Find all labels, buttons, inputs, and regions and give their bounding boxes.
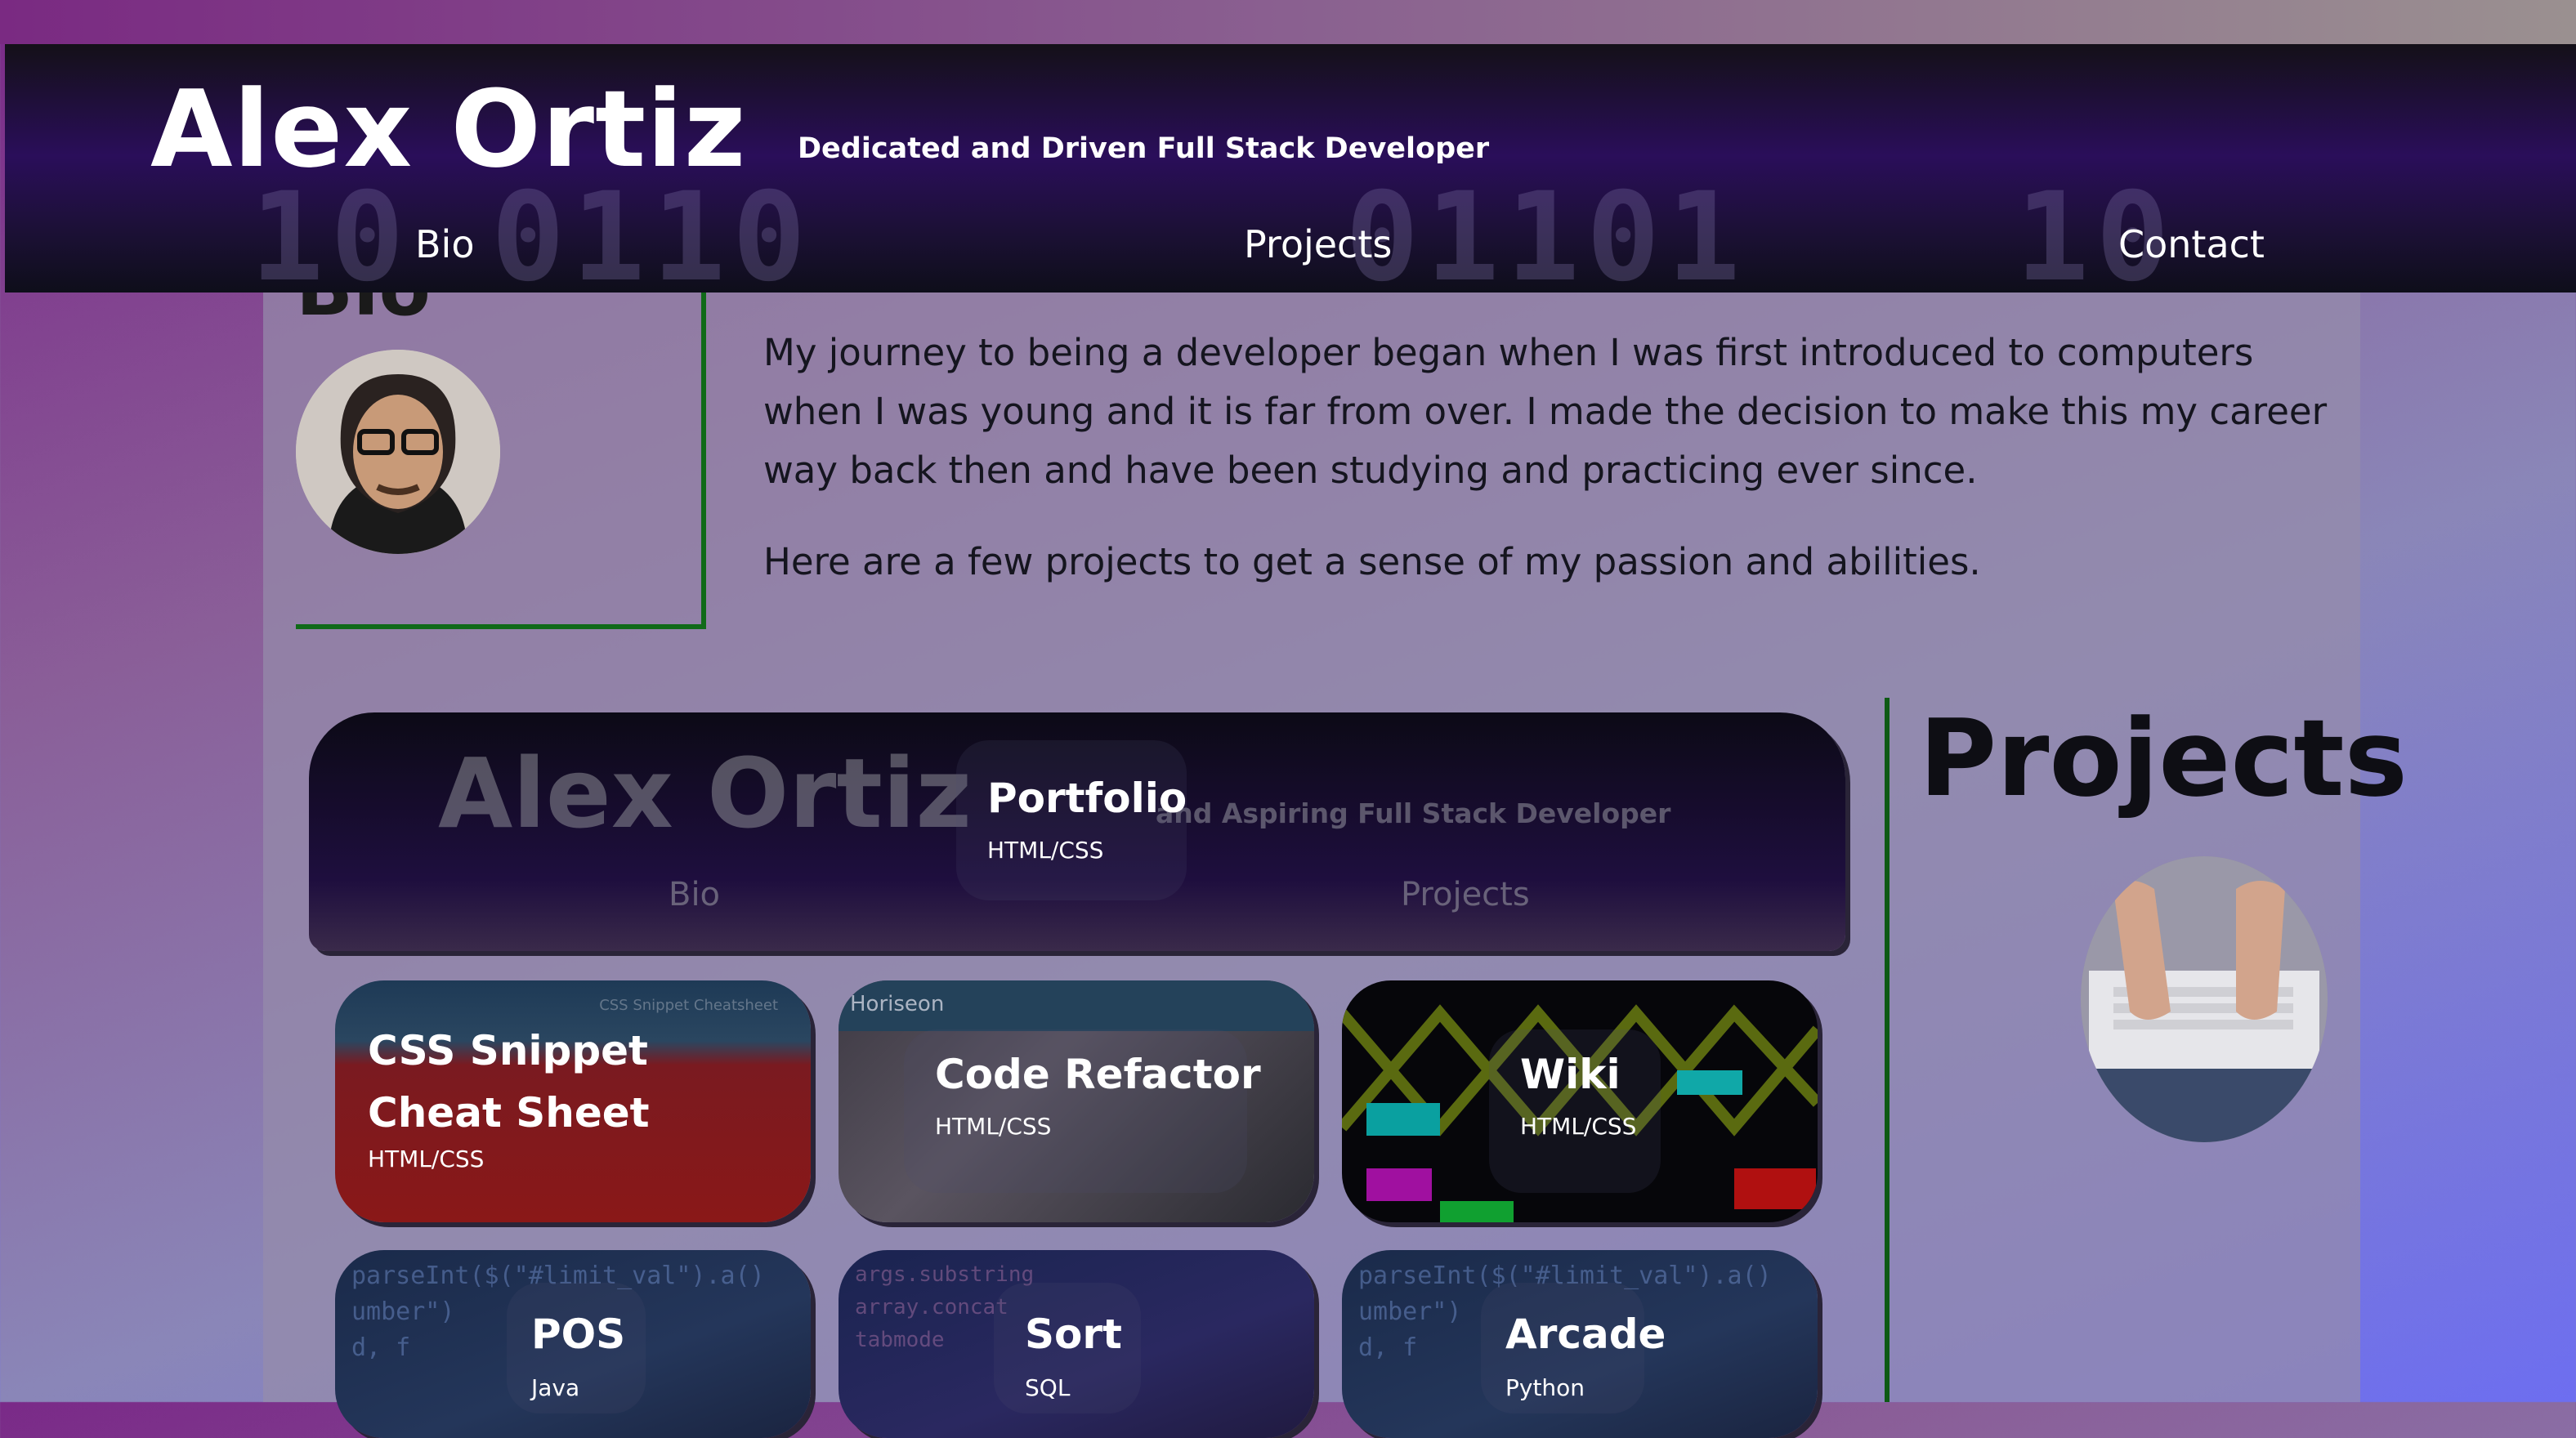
project-card-wiki[interactable]: Wiki HTML/CSS bbox=[1342, 980, 1818, 1222]
portfolio-preview-nav-projects: Projects bbox=[1401, 876, 1530, 913]
wiki-info-box: Wiki HTML/CSS bbox=[1489, 1029, 1661, 1193]
project-title: Code Refactor bbox=[935, 1051, 1261, 1098]
project-title: Portfolio bbox=[987, 775, 1187, 822]
portfolio-preview-tagline: and Aspiring Full Stack Developer bbox=[1156, 797, 1671, 829]
browser-top-strip bbox=[0, 0, 2576, 44]
project-lang: HTML/CSS bbox=[368, 1145, 485, 1172]
project-lang: Java bbox=[531, 1374, 580, 1401]
project-title: Arcade bbox=[1505, 1311, 1666, 1358]
project-lang: HTML/CSS bbox=[987, 837, 1104, 864]
project-card-sort[interactable]: args.substring array.concat tabmode Sort S… bbox=[839, 1250, 1314, 1438]
site-header: 10 0110 01101 10 0110 Alex Ortiz Dedicat… bbox=[5, 44, 2576, 293]
projects-divider bbox=[1885, 698, 1890, 1402]
nav-link-projects[interactable]: Projects bbox=[1244, 222, 1392, 266]
project-card-portfolio[interactable]: Alex Ortiz and Aspiring Full Stack Devel… bbox=[309, 712, 1845, 951]
css-snippet-preview-label: CSS Snippet Cheatsheet bbox=[599, 997, 778, 1014]
pos-info-box: POS Java bbox=[507, 1283, 646, 1413]
site-tagline: Dedicated and Driven Full Stack Develope… bbox=[798, 132, 1490, 165]
project-lang: HTML/CSS bbox=[935, 1113, 1052, 1140]
nav-link-bio[interactable]: Bio bbox=[415, 222, 474, 266]
project-title: CSS Snippet Cheat Sheet bbox=[368, 1027, 650, 1137]
sort-info-box: Sort SQL bbox=[994, 1283, 1141, 1413]
project-title: Wiki bbox=[1520, 1051, 1621, 1098]
bio-paragraph-1: My journey to being a developer began wh… bbox=[763, 331, 2328, 492]
projects-image bbox=[2081, 856, 2328, 1142]
binary-background-decor-2: 01101 bbox=[1345, 167, 1747, 293]
binary-background-decor-3: 10 0110 bbox=[2015, 167, 2176, 293]
project-lang: SQL bbox=[1025, 1374, 1071, 1401]
profile-avatar bbox=[296, 350, 500, 554]
project-card-code-refactor[interactable]: Horiseon Code Refactor HTML/CSS bbox=[839, 980, 1314, 1222]
portfolio-info-box: Portfolio HTML/CSS bbox=[956, 740, 1187, 900]
bio-paragraph-2: Here are a few projects to get a sense o… bbox=[763, 540, 1981, 583]
project-lang: HTML/CSS bbox=[1520, 1113, 1637, 1140]
arcade-info-box: Arcade Python bbox=[1481, 1283, 1666, 1413]
portfolio-preview-nav-bio: Bio bbox=[669, 876, 721, 913]
project-title: Sort bbox=[1025, 1311, 1122, 1358]
project-card-css-snippet[interactable]: CSS Snippet Cheatsheet CSS Snippet Cheat… bbox=[335, 980, 811, 1222]
project-title: POS bbox=[531, 1311, 626, 1358]
horiseon-preview-label: Horiseon bbox=[850, 992, 945, 1016]
projects-heading: Projects bbox=[1919, 696, 2408, 820]
code-refactor-info-box: Code Refactor HTML/CSS bbox=[904, 1029, 1261, 1193]
nav-link-contact[interactable]: Contact bbox=[2118, 222, 2265, 266]
portfolio-preview-title: Alex Ortiz bbox=[438, 737, 973, 850]
site-title: Alex Ortiz bbox=[150, 67, 747, 191]
project-card-pos[interactable]: parseInt($("#limit_val").a() umber") d, f … bbox=[335, 1250, 811, 1438]
project-card-arcade[interactable]: parseInt($("#limit_val").a() umber") d, f … bbox=[1342, 1250, 1818, 1438]
profile-photo-icon bbox=[296, 350, 500, 554]
laptop-typing-icon bbox=[2081, 856, 2328, 1142]
project-lang: Python bbox=[1505, 1374, 1585, 1401]
